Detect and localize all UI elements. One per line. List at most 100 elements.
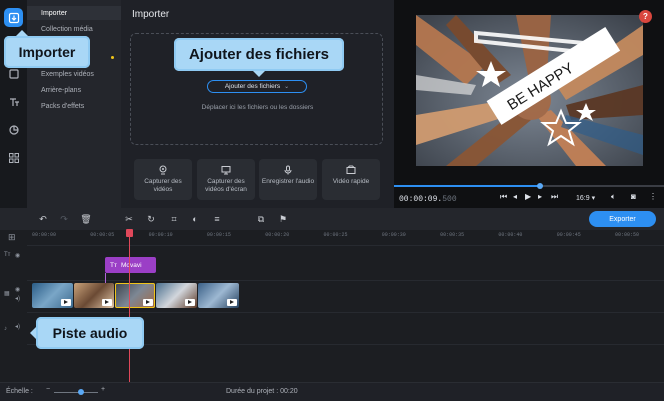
properties-icon[interactable]: ≡ xyxy=(211,213,223,225)
volume-icon[interactable]: 🔈︎ xyxy=(611,192,616,202)
screen-capture-tile[interactable]: Capturer des vidéos d'écran xyxy=(197,159,255,200)
track-divider xyxy=(27,312,664,313)
video-clip[interactable] xyxy=(74,283,114,308)
timecode-fraction: 500 xyxy=(442,195,457,204)
timeline-toolbar: ↶ ↷ 🗑︎ ✂ ↻ ⌗ ◐ ≡ ⧉ ⚑ Exporter xyxy=(0,208,664,230)
ruler-tick-label: 00:00:15 xyxy=(206,232,231,238)
overlay-icon[interactable]: ⧉ xyxy=(255,213,267,225)
aspect-ratio-select[interactable]: 16:9 ▾ xyxy=(576,194,595,202)
category-backgrounds[interactable]: Arrière-plans xyxy=(41,87,81,94)
video-clips xyxy=(32,283,239,308)
seek-handle[interactable] xyxy=(536,183,543,189)
new-badge-dot xyxy=(111,56,114,59)
record-audio-tile[interactable]: Enregistrer l'audio xyxy=(259,159,317,200)
redo-icon[interactable]: ↷ xyxy=(58,213,70,225)
movavi-editor-window: Importer Collection média Exemples vidéo… xyxy=(0,0,664,401)
title-clip[interactable]: Tᴛ Movavi xyxy=(105,257,156,273)
webcam-icon xyxy=(159,165,167,175)
ruler-tick-label: 00:00:45 xyxy=(556,232,581,238)
video-clip[interactable] xyxy=(32,283,73,308)
ruler-tick-label: 00:00:35 xyxy=(440,232,465,238)
callout-import: Importer xyxy=(4,30,90,68)
import-icon[interactable] xyxy=(4,8,23,27)
ruler-tick-label: 00:00:30 xyxy=(381,232,406,238)
seek-bar[interactable] xyxy=(394,183,664,189)
tile-label: Capturer des vidéos d'écran xyxy=(205,178,247,193)
video-clip[interactable] xyxy=(198,283,239,308)
rotate-icon[interactable]: ↻ xyxy=(145,213,157,225)
skip-end-icon[interactable]: ⏭ xyxy=(551,192,558,202)
transition-icon[interactable] xyxy=(143,299,153,306)
transitions-icon[interactable] xyxy=(4,120,23,139)
transition-icon[interactable] xyxy=(102,299,112,306)
drop-hint: Déplacer ici les fichiers ou les dossier… xyxy=(201,104,314,111)
skip-start-icon[interactable]: ⏮ xyxy=(500,192,507,202)
transition-icon[interactable] xyxy=(185,299,195,306)
zoom-slider[interactable] xyxy=(54,392,98,393)
status-bar: Échelle : − + Durée du projet : 00:20 xyxy=(0,382,664,401)
zoom-out-icon[interactable]: − xyxy=(46,386,50,393)
track-divider xyxy=(27,280,664,281)
timeline[interactable]: 00:00:00 00:00:05 00:00:10 00:00:15 00:00:20… xyxy=(0,229,664,382)
ruler-tick-label: 00:00:25 xyxy=(323,232,348,238)
crop-icon[interactable]: ⌗ xyxy=(168,213,180,225)
panel-title: Importer xyxy=(132,9,170,20)
preview-player: BE HAPPY ? 00:00:09.500 ⏮ ◂ ▶ ▸ ⏭ 16:9 ▾… xyxy=(394,0,664,208)
color-adjust-icon[interactable]: ◐ xyxy=(189,213,201,225)
time-ruler[interactable]: 00:00:00 00:00:05 00:00:10 00:00:15 00:00:20… xyxy=(27,230,664,241)
title-clip-label: Movavi xyxy=(120,261,142,269)
title-clip-icon: Tᴛ xyxy=(110,261,117,269)
transition-icon[interactable] xyxy=(61,299,71,306)
ruler-tick-label: 00:00:50 xyxy=(615,232,640,238)
delete-icon[interactable]: 🗑︎ xyxy=(80,213,92,225)
more-options-icon[interactable]: ⋮ xyxy=(649,192,657,201)
marker-icon[interactable]: ⚑ xyxy=(277,213,289,225)
snapshot-icon[interactable]: ◙ xyxy=(631,192,636,201)
seek-progress xyxy=(394,185,540,187)
tile-label: Vidéo rapide xyxy=(332,178,370,185)
step-back-icon[interactable]: ◂ xyxy=(513,192,517,201)
undo-icon[interactable]: ↶ xyxy=(37,213,49,225)
category-effect-packs[interactable]: Packs d'effets xyxy=(41,103,84,110)
help-button[interactable]: ? xyxy=(639,10,652,23)
import-panel: Importer Ajouter des fichiers ⌄ Déplacer… xyxy=(121,0,394,208)
add-files-button[interactable]: Ajouter des fichiers ⌄ xyxy=(207,80,307,93)
capture-video-tile[interactable]: Capturer des vidéos xyxy=(134,159,192,200)
add-files-label: Ajouter des fichiers xyxy=(224,83,281,90)
ruler-tick-label: 00:00:40 xyxy=(498,232,523,238)
tile-label: Capturer des vidéos xyxy=(144,178,182,193)
screen-capture-icon xyxy=(221,166,231,175)
play-icon[interactable]: ▶ xyxy=(525,192,531,201)
category-media-collection[interactable]: Collection média xyxy=(41,26,93,33)
project-duration: Durée du projet : 00:20 xyxy=(226,388,298,395)
video-frame-image: BE HAPPY xyxy=(416,15,643,166)
stickers-icon[interactable] xyxy=(4,148,23,167)
category-sample-videos[interactable]: Exemples vidéos xyxy=(41,71,94,78)
step-forward-icon[interactable]: ▸ xyxy=(538,192,542,201)
transition-icon[interactable] xyxy=(227,299,237,306)
ruler-tick-label: 00:00:10 xyxy=(148,232,173,238)
timecode-main: 00:00:09. xyxy=(399,195,443,204)
chevron-down-icon: ⌄ xyxy=(284,84,290,90)
playhead[interactable] xyxy=(129,230,130,382)
video-clip-selected[interactable] xyxy=(115,283,155,308)
video-preview[interactable]: BE HAPPY xyxy=(416,15,643,166)
callout-audio-track: Piste audio xyxy=(30,317,144,349)
category-import[interactable]: Importer xyxy=(41,10,67,17)
title-track-visibility-icon[interactable]: ◉ xyxy=(15,252,42,259)
add-track-icon[interactable]: ⊞ xyxy=(8,232,35,243)
zoom-slider-handle[interactable] xyxy=(78,389,84,395)
tile-label: Enregistrer l'audio xyxy=(261,178,315,185)
quick-video-tile[interactable]: Vidéo rapide xyxy=(322,159,380,200)
quick-video-icon xyxy=(346,165,356,174)
export-button[interactable]: Exporter xyxy=(589,211,656,227)
video-clip[interactable] xyxy=(156,283,197,308)
scale-label: Échelle : xyxy=(6,388,33,395)
ruler-tick-label: 00:00:05 xyxy=(90,232,115,238)
timecode: 00:00:09.500 xyxy=(399,195,457,204)
category-list: Importer Collection média Exemples vidéo… xyxy=(27,0,121,208)
title-clip-connector xyxy=(105,273,106,283)
cut-icon[interactable]: ✂ xyxy=(123,213,135,225)
titles-icon[interactable] xyxy=(4,92,23,111)
zoom-in-icon[interactable]: + xyxy=(101,386,105,393)
